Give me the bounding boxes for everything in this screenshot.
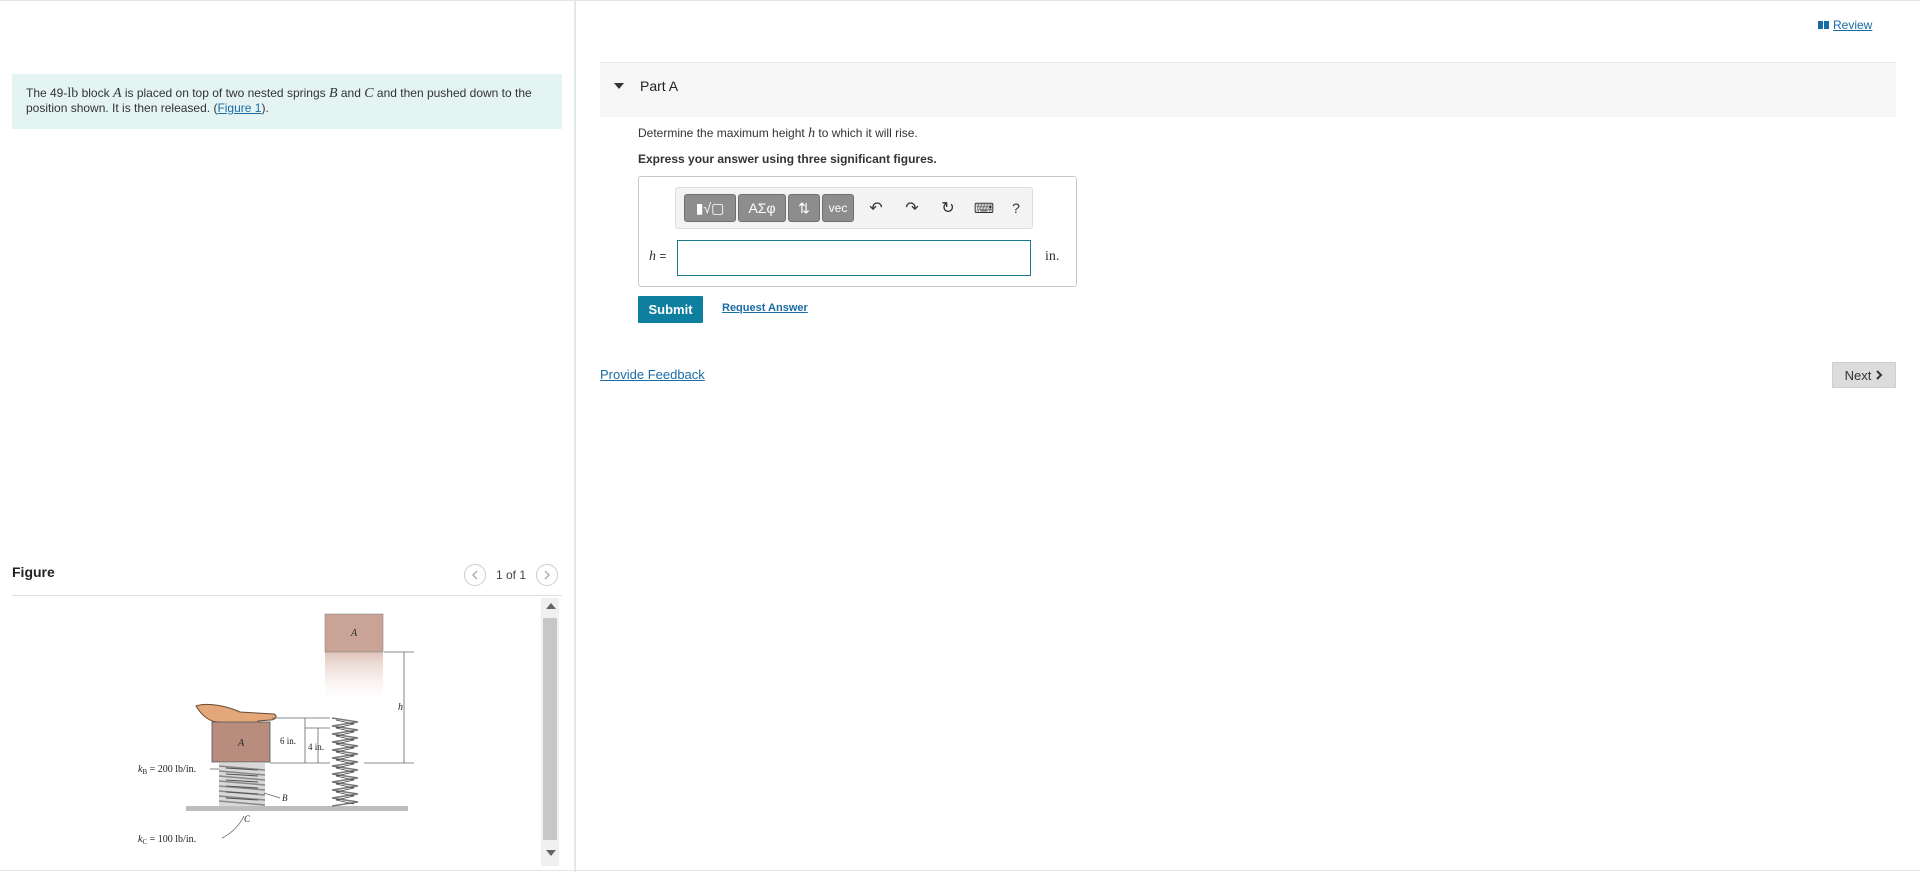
ground	[186, 806, 408, 811]
scroll-thumb[interactable]	[543, 618, 557, 840]
pane-divider[interactable]	[574, 0, 576, 872]
redo-icon: ↷	[905, 200, 919, 217]
arrows-icon: ⇅	[798, 199, 810, 216]
figure-viewport: A 6 in. 4 in. A h kB = 200 lb/in. B C kC…	[12, 598, 540, 868]
six-inch-label: 6 in.	[280, 736, 296, 746]
question-text: Determine the maximum height h to which …	[638, 126, 918, 142]
answer-box: ▮√▢ ΑΣφ ⇅ vec ↶ ↷ ↻ ⌨ ? h = in.	[638, 176, 1077, 287]
kc-label: kC = 100 lb/in.	[138, 834, 196, 846]
problem-var-c: C	[364, 86, 374, 101]
motion-blur	[325, 652, 383, 707]
problem-unit: lb	[67, 86, 79, 101]
undo-button[interactable]: ↶	[862, 194, 890, 222]
greek-button[interactable]: ΑΣφ	[738, 194, 786, 222]
problem-statement: The 49-lb block A is placed on top of tw…	[12, 74, 562, 129]
question-part: Determine the maximum height	[638, 126, 809, 140]
reset-icon: ↻	[941, 200, 955, 217]
answer-label: h =	[649, 249, 666, 265]
compressed-springs	[218, 763, 266, 806]
vec-icon: vec	[828, 201, 848, 215]
greek-icon: ΑΣφ	[748, 200, 776, 216]
spring-b-label: B	[282, 793, 288, 803]
answer-eq: =	[656, 249, 667, 263]
next-label: Next	[1844, 367, 1872, 383]
spring-c-label: C	[244, 814, 251, 824]
templates-icon: ▮√▢	[695, 199, 725, 216]
problem-text: is placed on top of two nested springs	[121, 86, 329, 100]
problem-text: block	[78, 86, 113, 100]
keyboard-button[interactable]: ⌨	[970, 194, 998, 222]
figure-link[interactable]: Figure 1	[217, 101, 261, 115]
part-title: Part A	[640, 78, 679, 94]
redo-button[interactable]: ↷	[898, 194, 926, 222]
scroll-down-arrow-icon[interactable]	[546, 850, 556, 856]
figure-title: Figure	[12, 564, 55, 580]
free-springs	[331, 717, 359, 807]
help-button[interactable]: ?	[1002, 194, 1030, 222]
figure-prev-button[interactable]	[464, 564, 486, 586]
problem-var-b: B	[328, 86, 338, 101]
undo-icon: ↶	[869, 200, 883, 217]
review-label: Review	[1833, 18, 1873, 32]
answer-var: h	[649, 249, 656, 264]
chevron-left-icon	[472, 570, 478, 580]
figure-pager: 1 of 1	[464, 564, 559, 586]
part-a-header[interactable]: Part A	[600, 62, 1896, 117]
problem-pane: The 49-lb block A is placed on top of tw…	[0, 0, 574, 872]
request-answer-link[interactable]: Request Answer	[722, 302, 808, 314]
help-icon: ?	[1012, 200, 1020, 216]
four-inch-label: 4 in.	[308, 742, 324, 752]
scroll-up-arrow-icon[interactable]	[546, 603, 556, 609]
problem-var-a: A	[112, 86, 122, 101]
review-link[interactable]: Review	[1818, 18, 1872, 32]
question-part: to which it will rise.	[815, 126, 918, 140]
figure-divider	[12, 595, 562, 596]
vector-button[interactable]: vec	[822, 194, 854, 222]
figure-counter: 1 of 1	[496, 568, 527, 582]
answer-unit: in.	[1045, 249, 1060, 264]
answer-instruction: Express your answer using three signific…	[638, 152, 937, 166]
caret-down-icon	[614, 83, 624, 89]
chevron-right-icon	[1876, 370, 1883, 380]
figure-next-button[interactable]	[536, 564, 559, 586]
book-icon	[1818, 21, 1829, 29]
templates-button[interactable]: ▮√▢	[684, 194, 736, 222]
problem-text: and	[337, 86, 365, 100]
next-button[interactable]: Next	[1832, 362, 1896, 388]
dimension-lines	[270, 717, 330, 764]
kb-label: kB = 200 lb/in.	[138, 764, 196, 776]
keyboard-icon: ⌨	[973, 199, 995, 216]
reset-button[interactable]: ↻	[934, 194, 962, 222]
bottom-border	[0, 870, 1920, 871]
answer-input[interactable]	[677, 240, 1031, 276]
problem-text: ).	[261, 101, 269, 115]
block-a-top-label: A	[350, 628, 358, 639]
arrows-button[interactable]: ⇅	[788, 194, 820, 222]
h-label: h	[398, 702, 403, 713]
figure-scrollbar[interactable]	[541, 598, 559, 866]
submit-button[interactable]: Submit	[638, 296, 703, 323]
math-toolbar: ▮√▢ ΑΣφ ⇅ vec ↶ ↷ ↻ ⌨ ?	[675, 187, 1033, 229]
provide-feedback-link[interactable]: Provide Feedback	[600, 367, 705, 382]
b-leader	[263, 792, 281, 799]
chevron-right-icon	[544, 570, 550, 580]
kc-leader	[221, 815, 245, 839]
block-a-pushed-label: A	[237, 738, 245, 749]
problem-text: The 49-	[26, 86, 68, 100]
spring-block-diagram: A 6 in. 4 in. A h kB = 200 lb/in. B C kC…	[138, 613, 414, 846]
